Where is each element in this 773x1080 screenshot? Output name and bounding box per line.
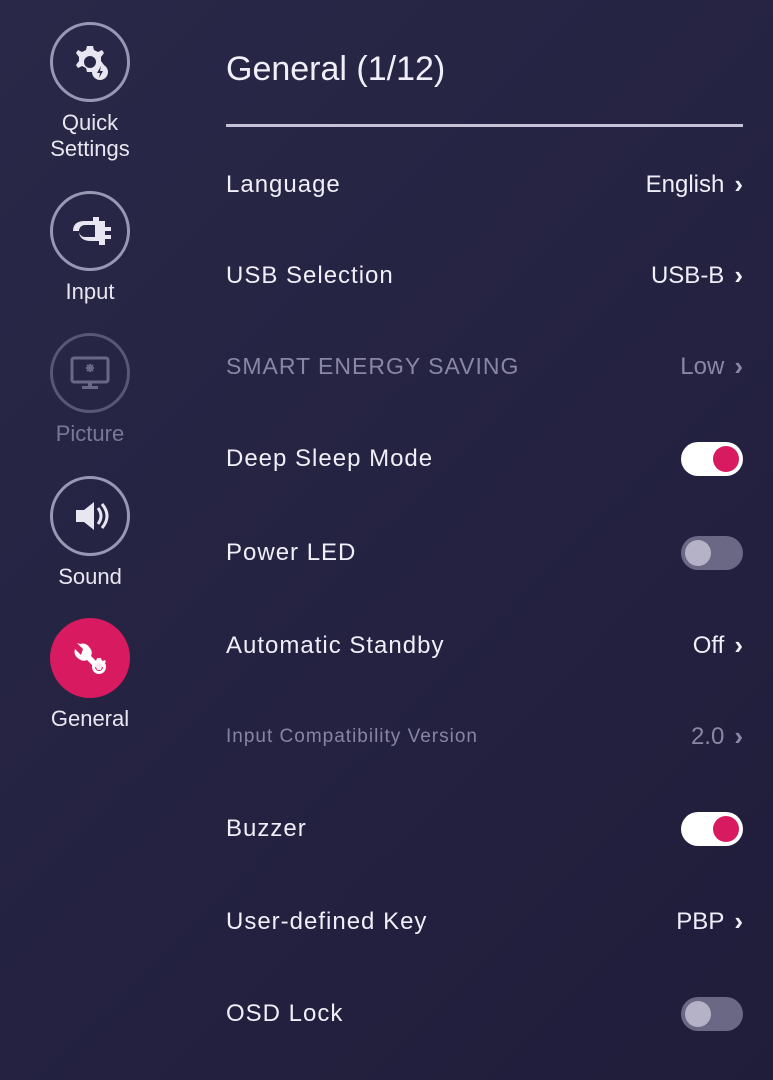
chevron-right-icon: › [734, 260, 743, 291]
setting-label: User-defined Key [226, 908, 427, 936]
setting-label: OSD Lock [226, 1000, 343, 1028]
toggle-switch[interactable] [681, 812, 743, 846]
nav-picture[interactable]: Picture [50, 333, 130, 447]
toggle-switch[interactable] [681, 536, 743, 570]
chevron-right-icon: › [734, 351, 743, 382]
nav-quick-settings[interactable]: Quick Settings [50, 22, 130, 163]
setting-deep-sleep-mode[interactable]: Deep Sleep Mode [226, 412, 743, 506]
setting-value: English [646, 171, 725, 199]
setting-value: USB-B [651, 262, 724, 290]
chevron-right-icon: › [734, 906, 743, 937]
setting-value-wrap: Off › [693, 630, 743, 661]
setting-value: 2.0 [691, 723, 724, 751]
chevron-right-icon: › [734, 169, 743, 200]
wrench-gear-icon [50, 618, 130, 698]
setting-language[interactable]: Language English › [226, 139, 743, 230]
speaker-icon [50, 476, 130, 556]
setting-automatic-standby[interactable]: Automatic Standby Off › [226, 600, 743, 691]
setting-label: Buzzer [226, 815, 307, 843]
setting-value-wrap: 2.0 › [691, 721, 743, 752]
monitor-icon [50, 333, 130, 413]
toggle-knob [685, 1001, 711, 1027]
gear-bolt-icon [50, 22, 130, 102]
setting-value-wrap: PBP › [676, 906, 743, 937]
setting-smart-energy-saving[interactable]: SMART ENERGY SAVING Low › [226, 321, 743, 412]
setting-value-wrap: English › [646, 169, 743, 200]
setting-value: Off [693, 632, 725, 660]
page-title: General (1/12) [226, 50, 743, 89]
toggle-switch[interactable] [681, 997, 743, 1031]
setting-label: Automatic Standby [226, 632, 444, 660]
nav-label: Picture [56, 421, 124, 447]
chevron-right-icon: › [734, 630, 743, 661]
toggle-knob [713, 446, 739, 472]
toggle-knob [713, 816, 739, 842]
setting-buzzer[interactable]: Buzzer [226, 782, 743, 876]
nav-input[interactable]: Input [50, 191, 130, 305]
setting-osd-lock[interactable]: OSD Lock [226, 967, 743, 1061]
nav-label: General [51, 706, 129, 732]
setting-usb-selection[interactable]: USB Selection USB-B › [226, 230, 743, 321]
setting-label: Language [226, 171, 341, 199]
nav-label: Quick Settings [50, 110, 130, 163]
setting-label: SMART ENERGY SAVING [226, 353, 519, 380]
setting-value-wrap: USB-B › [651, 260, 743, 291]
toggle-knob [685, 540, 711, 566]
sidebar: Quick Settings Input Picture [0, 0, 180, 1080]
setting-power-led[interactable]: Power LED [226, 506, 743, 600]
setting-label: Power LED [226, 539, 356, 567]
toggle-switch[interactable] [681, 442, 743, 476]
nav-general[interactable]: General [50, 618, 130, 732]
divider [226, 124, 743, 127]
setting-user-defined-key[interactable]: User-defined Key PBP › [226, 876, 743, 967]
setting-value: Low [680, 353, 724, 381]
setting-label: Deep Sleep Mode [226, 445, 433, 473]
setting-label: USB Selection [226, 262, 394, 290]
plug-icon [50, 191, 130, 271]
setting-input-compatibility-version[interactable]: Input Compatibility Version 2.0 › [226, 691, 743, 782]
chevron-right-icon: › [734, 721, 743, 752]
nav-label: Sound [58, 564, 122, 590]
nav-sound[interactable]: Sound [50, 476, 130, 590]
setting-value-wrap: Low › [680, 351, 743, 382]
nav-label: Input [66, 279, 115, 305]
setting-value: PBP [676, 908, 724, 936]
main-panel: General (1/12) Language English › USB Se… [180, 0, 773, 1080]
settings-list: Language English › USB Selection USB-B ›… [226, 139, 743, 1061]
setting-label: Input Compatibility Version [226, 726, 478, 748]
